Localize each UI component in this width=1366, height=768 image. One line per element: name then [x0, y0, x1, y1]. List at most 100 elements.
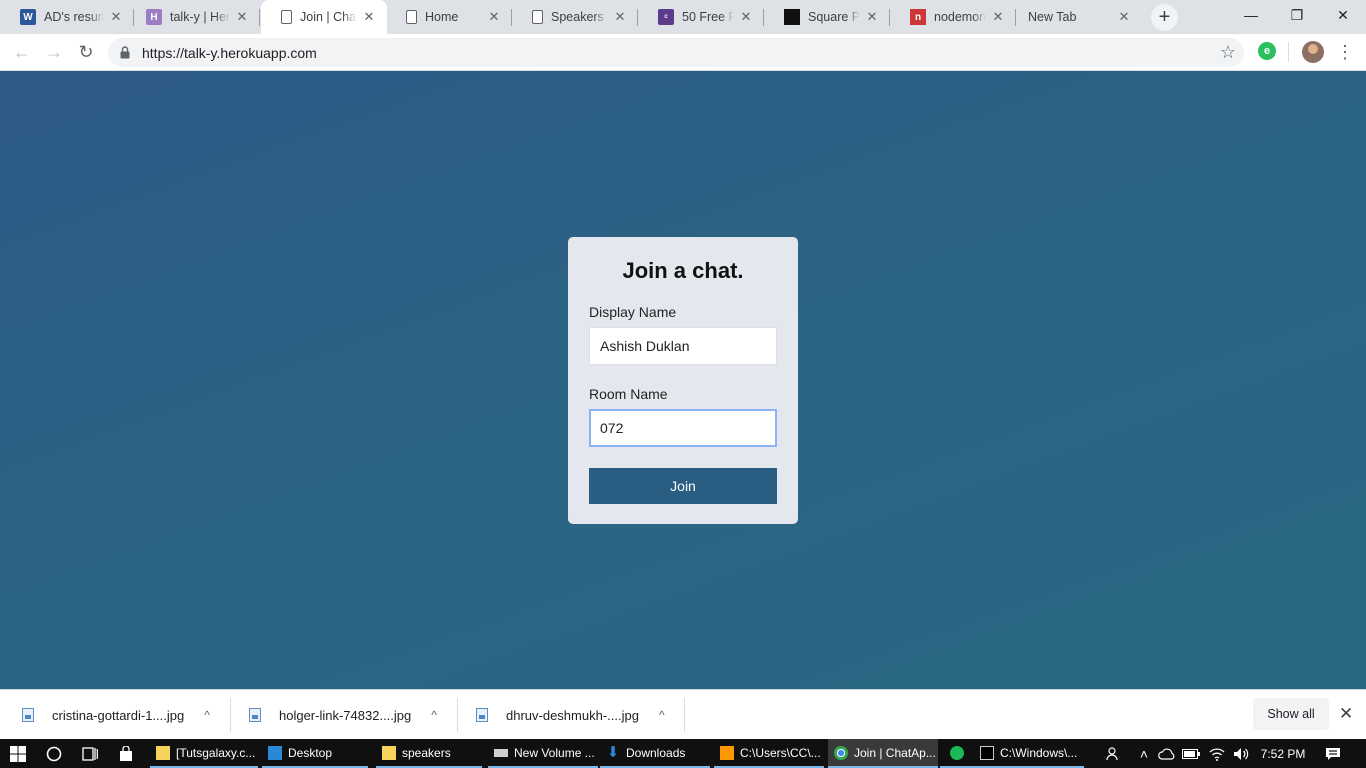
windows-taskbar: [Tutsgalaxy.c... Desktop speakers New Vo…: [0, 739, 1366, 768]
tab-close-icon[interactable]: ✕: [234, 9, 250, 25]
download-shelf: cristina-gottardi-1....jpg ^ holger-link…: [0, 689, 1366, 739]
url-text: https://talk-y.herokuapp.com: [142, 45, 317, 61]
tab-free-portfolio[interactable]: c 50 Free Portfolio ✕: [638, 0, 764, 34]
tab-title: Square Picture: [808, 10, 860, 24]
download-item[interactable]: holger-link-74832....jpg ^: [249, 690, 437, 740]
page-icon: [532, 10, 543, 24]
taskbar-item-desktop[interactable]: Desktop: [262, 739, 368, 768]
bookmark-star-icon[interactable]: ☆: [1220, 42, 1236, 63]
join-button[interactable]: Join: [589, 468, 777, 504]
cortana-search-icon[interactable]: [40, 739, 68, 768]
show-all-downloads-button[interactable]: Show all: [1253, 698, 1329, 730]
taskbar-item-downloads[interactable]: ⬇ Downloads: [600, 739, 710, 768]
download-item[interactable]: dhruv-deshmukh-....jpg ^: [476, 690, 665, 740]
lock-icon: [120, 46, 130, 59]
taskbar-label: Downloads: [626, 745, 686, 760]
taskbar-label: Join | ChatAp...: [854, 745, 936, 760]
wifi-icon[interactable]: [1206, 739, 1228, 768]
taskbar-label: New Volume ...: [514, 745, 595, 760]
clock[interactable]: 7:52 PM: [1256, 739, 1310, 768]
tab-nodemon[interactable]: n nodemon - ✕: [890, 0, 1016, 34]
tab-close-icon[interactable]: ✕: [612, 9, 628, 25]
tab-square-picture[interactable]: Square Picture ✕: [764, 0, 890, 34]
download-filename: cristina-gottardi-1....jpg: [52, 707, 185, 723]
square-icon: [784, 9, 800, 25]
restore-button[interactable]: ❐: [1274, 0, 1320, 30]
tab-ad-resume[interactable]: W AD's resume ✕: [0, 0, 134, 34]
windows-start-icon[interactable]: [0, 739, 36, 768]
tab-title: talk-y | Heroku: [170, 10, 230, 24]
onedrive-icon[interactable]: [1156, 739, 1178, 768]
folder-icon: [156, 745, 170, 760]
address-bar[interactable]: https://talk-y.herokuapp.com ☆: [108, 38, 1244, 67]
taskbar-item-new-volume[interactable]: New Volume ...: [488, 739, 598, 768]
taskbar-item-tutsgalaxy[interactable]: [Tutsgalaxy.c...: [150, 739, 258, 768]
colorlib-icon: c: [658, 9, 674, 25]
tab-close-icon[interactable]: ✕: [864, 9, 880, 25]
close-icon: ✕: [1337, 6, 1349, 23]
show-hidden-icons-chevron-icon[interactable]: ˄: [1134, 739, 1154, 768]
back-button[interactable]: ←: [8, 38, 36, 66]
download-filename: dhruv-deshmukh-....jpg: [506, 707, 639, 723]
people-icon[interactable]: [1102, 739, 1126, 768]
taskbar-item-spotify[interactable]: [940, 739, 974, 768]
join-form-card: Join a chat. Display Name Room Name Join: [568, 237, 798, 524]
tab-join-chatapp[interactable]: Join | ChatApp ✕: [261, 0, 387, 34]
folder-icon: [382, 745, 396, 760]
tab-close-icon[interactable]: ✕: [108, 9, 124, 25]
tab-speakers[interactable]: Speakers ✕: [512, 0, 638, 34]
tab-close-icon[interactable]: ✕: [1116, 9, 1132, 25]
tab-title: nodemon -: [934, 10, 986, 24]
tab-close-icon[interactable]: ✕: [361, 9, 377, 25]
reload-button[interactable]: ↻: [72, 38, 100, 66]
minimize-icon: —: [1244, 7, 1258, 23]
tab-talky-heroku[interactable]: H talk-y | Heroku ✕: [126, 0, 260, 34]
evernote-glyph: e: [1263, 45, 1271, 57]
tab-home[interactable]: Home ✕: [386, 0, 512, 34]
new-tab-button[interactable]: +: [1151, 4, 1178, 31]
page-icon: [406, 10, 417, 24]
taskbar-label: C:\Windows\...: [1000, 745, 1078, 760]
tab-strip: W AD's resume ✕ H talk-y | Heroku ✕ Join…: [0, 0, 1366, 34]
kebab-menu-glyph: ⋮: [1336, 42, 1354, 62]
close-window-button[interactable]: ✕: [1320, 0, 1366, 30]
display-name-input[interactable]: [589, 327, 777, 365]
close-shelf-icon[interactable]: ✕: [1339, 704, 1353, 724]
word-icon: W: [20, 9, 36, 25]
tab-close-icon[interactable]: ✕: [990, 9, 1006, 25]
tab-new-tab[interactable]: New Tab ✕: [1016, 0, 1142, 34]
download-filename: holger-link-74832....jpg: [279, 707, 412, 723]
chevron-up-icon[interactable]: ^: [204, 708, 210, 722]
download-item[interactable]: cristina-gottardi-1....jpg ^: [22, 690, 210, 740]
taskbar-item-chrome[interactable]: Join | ChatAp...: [828, 739, 938, 768]
tab-close-icon[interactable]: ✕: [738, 9, 754, 25]
toolbar-divider: [1288, 42, 1289, 62]
browser-menu-icon[interactable]: ⋮: [1336, 40, 1354, 64]
taskbar-item-sublime[interactable]: C:\Users\CC\...: [714, 739, 824, 768]
taskbar-item-cmd[interactable]: C:\Windows\...: [974, 739, 1084, 768]
evernote-extension-icon[interactable]: e: [1258, 42, 1276, 60]
spotify-icon: [950, 745, 964, 760]
battery-icon[interactable]: [1180, 739, 1202, 768]
minimize-button[interactable]: —: [1228, 0, 1274, 30]
store-icon[interactable]: [112, 739, 140, 768]
forward-button[interactable]: →: [40, 38, 68, 66]
page-content: Join a chat. Display Name Room Name Join: [0, 71, 1366, 689]
cmd-icon: [980, 745, 994, 760]
plus-icon: +: [1158, 6, 1171, 28]
task-view-icon[interactable]: [76, 739, 104, 768]
chevron-up-icon[interactable]: ^: [659, 708, 665, 722]
room-name-label: Room Name: [589, 386, 668, 402]
chevron-up-icon[interactable]: ^: [431, 708, 437, 722]
browser-toolbar: ← → ↻ https://talk-y.herokuapp.com ☆: [0, 34, 1366, 71]
profile-avatar[interactable]: [1302, 41, 1324, 63]
forward-arrow-icon: →: [45, 41, 63, 62]
room-name-input[interactable]: [589, 409, 777, 447]
download-icon: ⬇: [606, 743, 620, 761]
volume-icon[interactable]: [1230, 739, 1252, 768]
drive-icon: [494, 748, 508, 757]
taskbar-item-speakers[interactable]: speakers: [376, 739, 482, 768]
tab-title: Speakers: [551, 10, 604, 24]
tab-close-icon[interactable]: ✕: [486, 9, 502, 25]
action-center-icon[interactable]: [1318, 739, 1348, 768]
